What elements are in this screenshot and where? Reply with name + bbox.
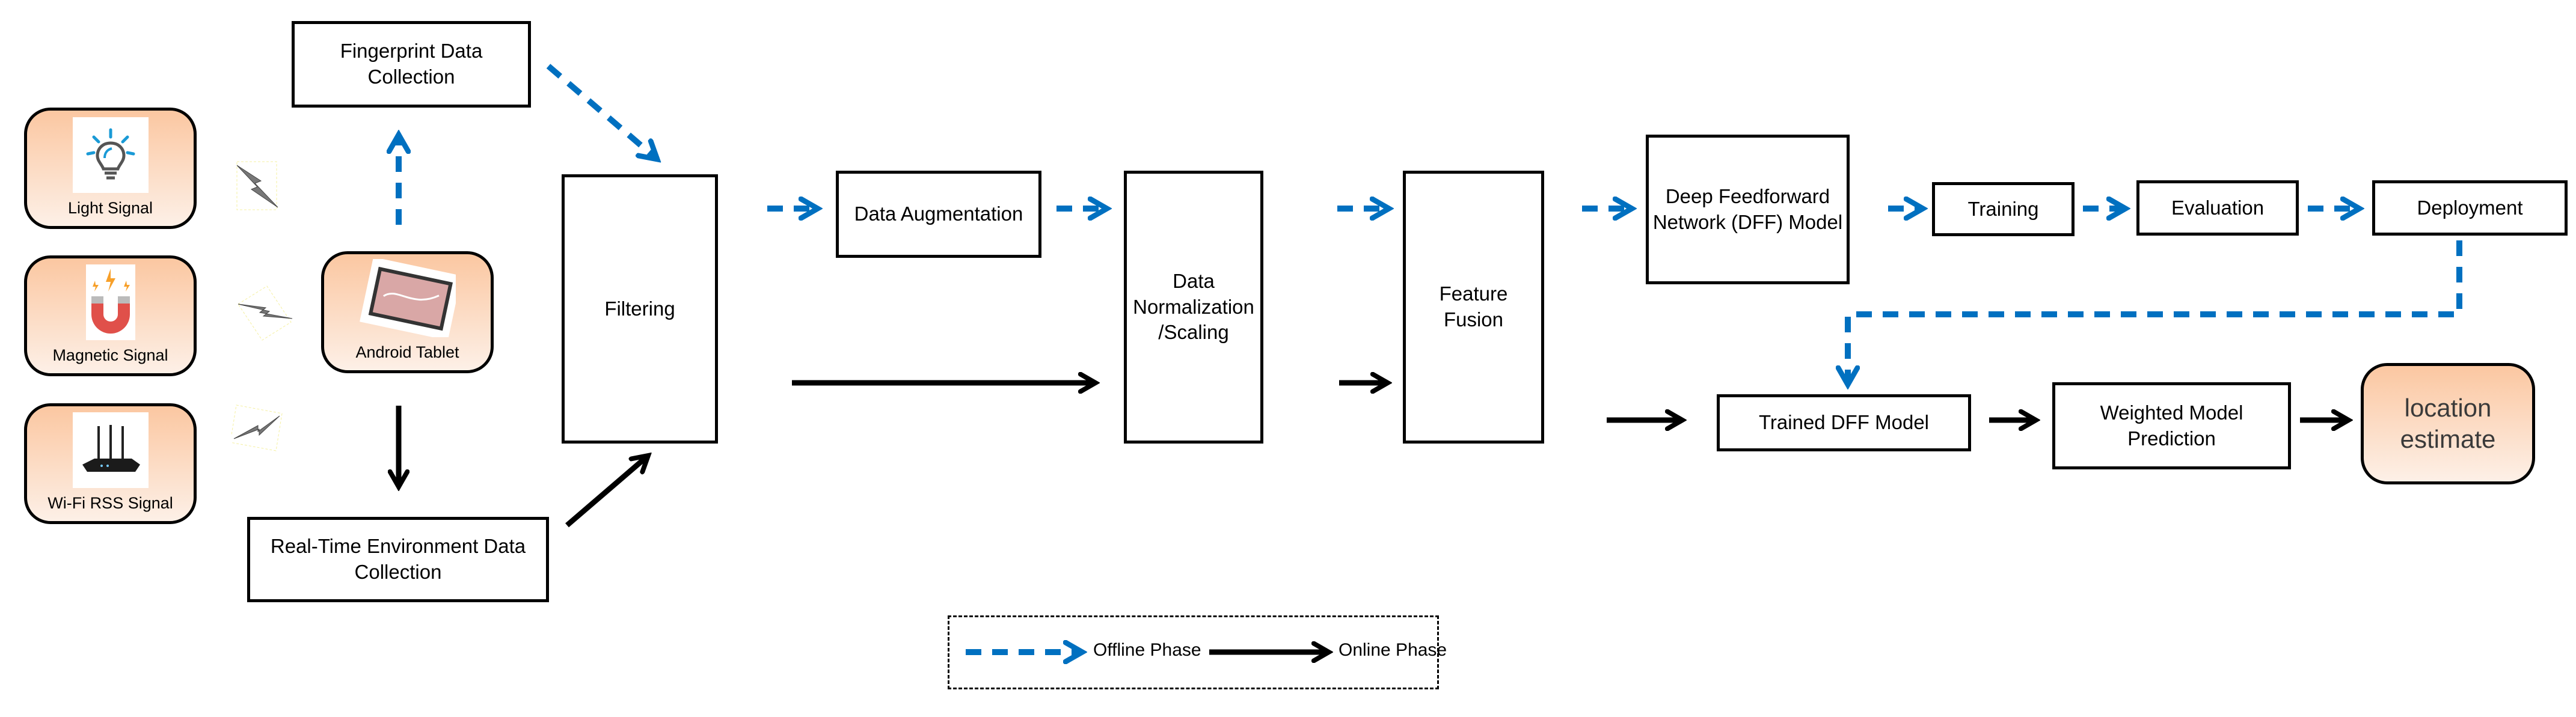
offline-arrow-deployment-to-trained-model [1848,240,2462,385]
legend-offline-label: Offline Phase [1093,640,1201,660]
arrows-layer [0,64,2462,717]
legend-online-label: Online Phase [1339,640,1447,660]
offline-arrow-fingerprint-to-filtering [546,64,657,159]
online-arrow-realtime-to-filtering [565,456,648,528]
diagram-canvas: Light Signal Magnetic Signal Wi-Fi RSS S… [0,0,2576,717]
